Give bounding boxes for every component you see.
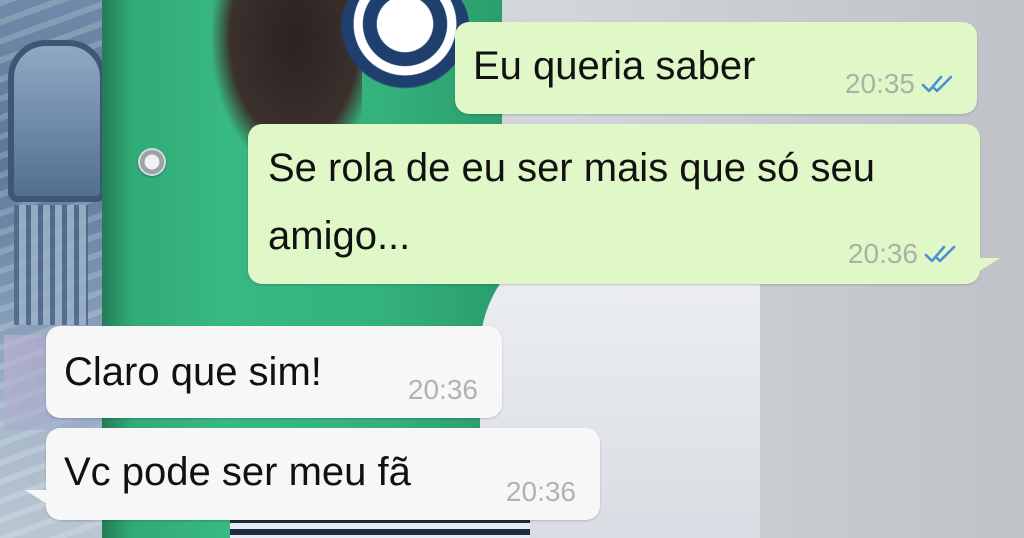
message-bubble-incoming[interactable]: Vc pode ser meu fã 20:36 (46, 428, 600, 520)
bubble-tail (978, 258, 1000, 272)
message-meta: 20:36 (408, 376, 478, 404)
message-text-line: Se rola de eu ser mais que só seu (268, 146, 876, 190)
mural-stripes-shape (14, 205, 88, 325)
message-time: 20:36 (407, 374, 478, 405)
message-time: 20:36 (847, 238, 918, 269)
message-text-line: amigo... (268, 214, 411, 258)
message-bubble-incoming[interactable]: Claro que sim! 20:36 (46, 326, 502, 418)
message-bubble-outgoing[interactable]: Se rola de eu ser mais que só seu amigo.… (248, 124, 980, 284)
message-text: Eu queria saber (473, 44, 756, 88)
double-check-icon (921, 75, 953, 93)
message-text: Claro que sim! (64, 350, 322, 394)
message-time: 20:35 (844, 68, 915, 99)
jacket-snap-button (138, 148, 166, 176)
chat-screen: Eu queria saber 20:35 Se rola de eu ser … (0, 0, 1024, 538)
message-time: 20:36 (505, 476, 576, 507)
message-bubble-outgoing[interactable]: Eu queria saber 20:35 (455, 22, 977, 114)
mural-arch-shape (8, 40, 106, 202)
message-text: Vc pode ser meu fã (64, 450, 411, 494)
message-meta: 20:36 (506, 478, 576, 506)
double-check-icon (924, 245, 956, 263)
message-meta: 20:36 (848, 240, 958, 268)
message-meta: 20:35 (845, 70, 955, 98)
bubble-tail (25, 490, 47, 504)
